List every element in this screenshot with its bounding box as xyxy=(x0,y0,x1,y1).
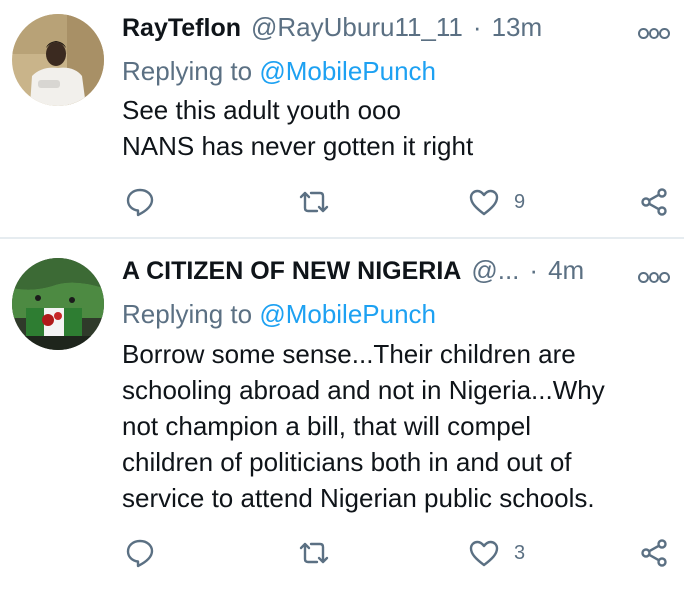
timestamp[interactable]: 4m xyxy=(548,255,584,286)
tweet-text: Borrow some sense...Their children are s… xyxy=(122,336,662,516)
heart-icon xyxy=(469,540,499,567)
tweet-text-line: schooling abroad and not in Nigeria...Wh… xyxy=(122,375,605,405)
replying-to: Replying to @MobilePunch xyxy=(122,299,436,330)
share-icon xyxy=(641,539,667,567)
reply-icon xyxy=(126,539,154,568)
like-count: 3 xyxy=(514,541,526,564)
tweet-header: A CITIZEN OF NEW NIGERIA @... · 4m xyxy=(122,255,584,289)
mention-link[interactable]: @MobilePunch xyxy=(259,299,436,329)
tweet-reply-2[interactable]: A CITIZEN OF NEW NIGERIA @... · 4m Reply… xyxy=(0,0,684,598)
tweet-text-line: children of politicians both in and out … xyxy=(122,447,572,477)
tweet-text-line: service to attend Nigerian public school… xyxy=(122,483,595,513)
retweet-icon xyxy=(299,542,329,564)
more-options-icon[interactable] xyxy=(638,270,671,284)
avatar[interactable] xyxy=(12,258,104,350)
like-button[interactable]: 3 xyxy=(468,535,525,571)
display-name[interactable]: A CITIZEN OF NEW NIGERIA xyxy=(122,257,461,286)
share-button[interactable] xyxy=(638,535,670,571)
tweet-actions: 3 xyxy=(0,535,684,571)
tweet-text-line: Borrow some sense...Their children are xyxy=(122,339,576,369)
retweet-button[interactable] xyxy=(298,535,330,571)
replying-to-label: Replying to xyxy=(122,299,253,329)
separator-dot: · xyxy=(529,255,539,285)
user-handle[interactable]: @... xyxy=(471,255,519,286)
reply-button[interactable] xyxy=(124,535,156,571)
tweet-text-line: not champion a bill, that will compel xyxy=(122,411,531,441)
